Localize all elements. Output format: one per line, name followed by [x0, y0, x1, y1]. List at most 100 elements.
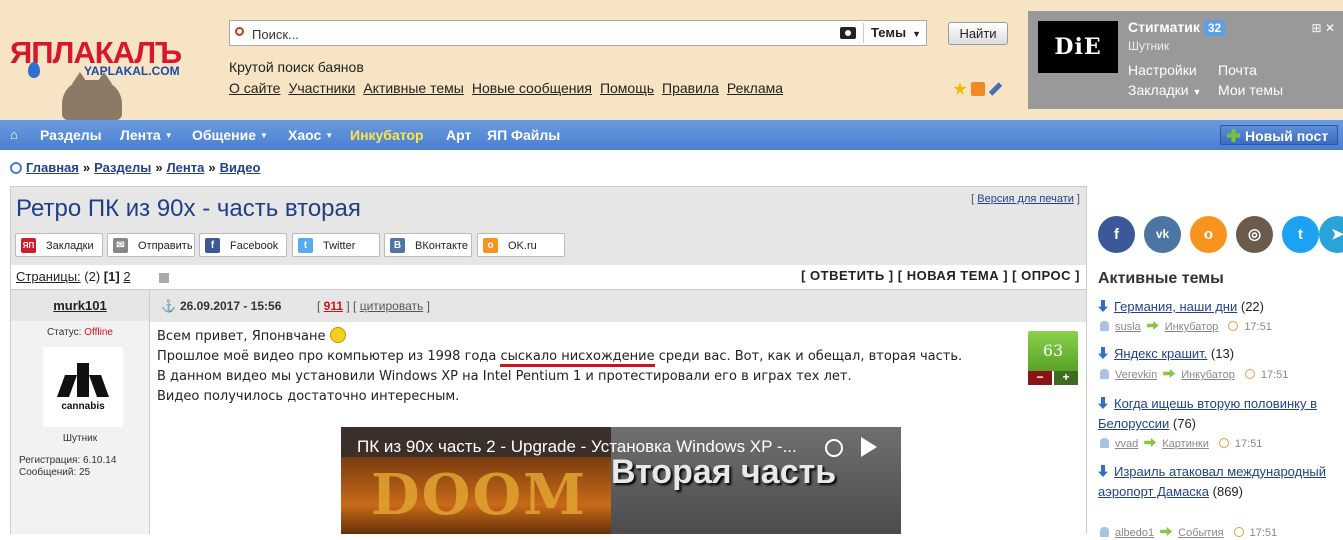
topic-actions[interactable]: [ ОТВЕТИТЬ ] [ НОВАЯ ТЕМА ] [ ОПРОС ] — [801, 268, 1080, 283]
user-avatar[interactable]: DiE — [1038, 21, 1118, 73]
add-icon[interactable]: ⊞ — [1312, 21, 1322, 35]
topic-forum[interactable]: Картинки — [1162, 438, 1209, 450]
telegram-icon[interactable]: ➤ — [1319, 216, 1343, 253]
pen-icon[interactable] — [988, 82, 1003, 96]
topic-title[interactable]: Яндекс крашит. — [1114, 346, 1207, 361]
user-name[interactable]: Стигматик 32 — [1128, 19, 1226, 36]
topic-forum[interactable]: События — [1178, 527, 1223, 539]
mail-link[interactable]: Почта — [1218, 62, 1257, 78]
topic-author[interactable]: Verevkin — [1115, 369, 1157, 381]
site-logo[interactable]: ЯПЛАКАЛЪ YAPLAKAL.COM — [10, 36, 210, 120]
breadcrumb-sections[interactable]: Разделы — [94, 160, 151, 175]
post-text-underlined: сыскало нисхождение — [500, 349, 655, 367]
topic-count: (22) — [1240, 299, 1264, 314]
print-version-link[interactable]: Версия для печати — [977, 193, 1074, 205]
share-twitter-button[interactable]: t Twitter — [292, 233, 380, 257]
share-ok-label: OK.ru — [508, 240, 537, 252]
topic-author[interactable]: vvad — [1115, 438, 1138, 450]
share-ok-button[interactable]: о OK.ru — [477, 233, 565, 257]
breadcrumb-home[interactable]: Главная — [26, 160, 79, 175]
ok-icon[interactable]: о — [1190, 216, 1227, 253]
link-about[interactable]: О сайте — [229, 80, 280, 96]
favorites-star-icon[interactable] — [953, 82, 967, 95]
search-scope-select[interactable]: Темы ▼ — [871, 25, 921, 40]
rating-minus-button[interactable]: − — [1028, 371, 1052, 385]
share-send-label: Отправить — [138, 240, 193, 252]
link-new-messages[interactable]: Новые сообщения — [472, 80, 592, 96]
link-help[interactable]: Помощь — [600, 80, 654, 96]
user-panel-icons: ⊞ ✕ — [1312, 21, 1335, 35]
nav-chaos[interactable]: Хаос ▼ — [288, 127, 333, 143]
avatar-label: cannabis — [61, 401, 105, 412]
yap-icon: ЯП — [21, 238, 36, 253]
post-number[interactable]: 911 — [324, 299, 343, 313]
topic-meta: Verevkin Инкубатор 17:51 — [1100, 368, 1340, 382]
pages-menu-icon[interactable] — [159, 273, 169, 283]
topic-title[interactable]: Германия, наши дни — [1114, 299, 1237, 314]
new-post-button[interactable]: Новый пост — [1220, 125, 1338, 145]
user-icon — [1100, 438, 1109, 448]
page-title: Ретро ПК из 90х - часть вторая — [16, 195, 361, 222]
link-members[interactable]: Участники — [288, 80, 355, 96]
twitter-icon: t — [298, 238, 313, 253]
topic-author[interactable]: susla — [1115, 321, 1141, 333]
close-icon[interactable]: ✕ — [1325, 21, 1335, 35]
share-send-button[interactable]: ✉ Отправить — [107, 233, 195, 257]
author-panel: Статус: Offline cannabis Шутник Регистра… — [11, 321, 150, 534]
clock-icon — [1244, 369, 1255, 379]
share-facebook-button[interactable]: f Facebook — [199, 233, 287, 257]
post-line: Всем привет, Японвчане — [157, 327, 1007, 347]
share-vk-button[interactable]: B ВКонтакте — [384, 233, 472, 257]
home-icon[interactable]: ⌂ — [10, 127, 18, 142]
link-rules[interactable]: Правила — [662, 80, 719, 96]
rss-icon[interactable] — [971, 82, 985, 96]
page-2-link[interactable]: 2 — [123, 269, 130, 284]
status-value: Offline — [84, 327, 113, 338]
my-topics-link[interactable]: Мои темы — [1218, 82, 1283, 98]
link-active-topics[interactable]: Активные темы — [363, 80, 464, 96]
nav-sections[interactable]: Разделы — [40, 127, 102, 143]
vk-icon[interactable]: vk — [1144, 216, 1181, 253]
breadcrumb-feed[interactable]: Лента — [167, 160, 205, 175]
twitter-icon[interactable]: t — [1282, 216, 1319, 253]
instagram-icon[interactable]: ◎ — [1236, 216, 1273, 253]
anchor-icon[interactable]: ⚓ — [161, 299, 176, 313]
share-arrow-icon[interactable] — [861, 437, 877, 457]
search-button[interactable]: Найти — [948, 22, 1008, 45]
nav-feed[interactable]: Лента ▼ — [120, 127, 173, 143]
search-input[interactable] — [250, 24, 844, 44]
topic-forum[interactable]: Инкубатор — [1165, 321, 1219, 333]
bookmarks-link[interactable]: Закладки ▼ — [1128, 82, 1201, 98]
nav-art[interactable]: Арт — [446, 127, 471, 143]
topic-author[interactable]: albedo1 — [1115, 527, 1154, 539]
topic-title[interactable]: Когда ищешь вторую половинку в Белорусси… — [1098, 396, 1317, 431]
breadcrumb-video[interactable]: Видео — [220, 160, 261, 175]
rating-plus-button[interactable]: + — [1054, 371, 1078, 385]
video-title[interactable]: ПК из 90х часть 2 - Upgrade - Установка … — [357, 437, 797, 457]
mail-icon: ✉ — [113, 238, 128, 253]
video-embed[interactable]: DOOM Вторая часть ПК из 90х часть 2 - Up… — [341, 427, 901, 534]
nav-files[interactable]: ЯП Файлы — [487, 127, 560, 143]
share-bookmarks-button[interactable]: ЯП Закладки — [15, 233, 103, 257]
topic-titlebar: Ретро ПК из 90х - часть вторая [ Версия … — [11, 187, 1086, 229]
post-author[interactable]: murk101 — [11, 290, 150, 322]
nav-incubator[interactable]: Инкубатор — [350, 127, 424, 143]
nav-communication[interactable]: Общение ▼ — [192, 127, 268, 143]
post-body: Всем привет, Японвчане Прошлое моё видео… — [157, 327, 1007, 407]
quote-link[interactable]: цитировать — [360, 299, 424, 313]
notification-badge[interactable]: 32 — [1203, 20, 1226, 36]
link-ads[interactable]: Реклама — [727, 80, 783, 96]
user-icon — [1100, 527, 1109, 537]
chevron-down-icon: ▼ — [1192, 87, 1202, 97]
facebook-icon[interactable]: f — [1098, 216, 1135, 253]
settings-link[interactable]: Настройки — [1128, 62, 1197, 78]
pages-label[interactable]: Страницы: — [16, 269, 81, 284]
main-nav: ⌂ Разделы Лента ▼ Общение ▼ Хаос ▼ Инкубато… — [0, 120, 1343, 150]
author-stats: Регистрация: 6.10.14 Сообщений: 25 — [19, 455, 116, 479]
camera-icon[interactable] — [840, 27, 856, 39]
watch-later-icon[interactable] — [825, 439, 843, 457]
author-avatar[interactable]: cannabis — [43, 347, 123, 427]
search-icon — [235, 27, 244, 36]
search-scope-label: Темы — [871, 25, 907, 40]
topic-forum[interactable]: Инкубатор — [1181, 369, 1235, 381]
